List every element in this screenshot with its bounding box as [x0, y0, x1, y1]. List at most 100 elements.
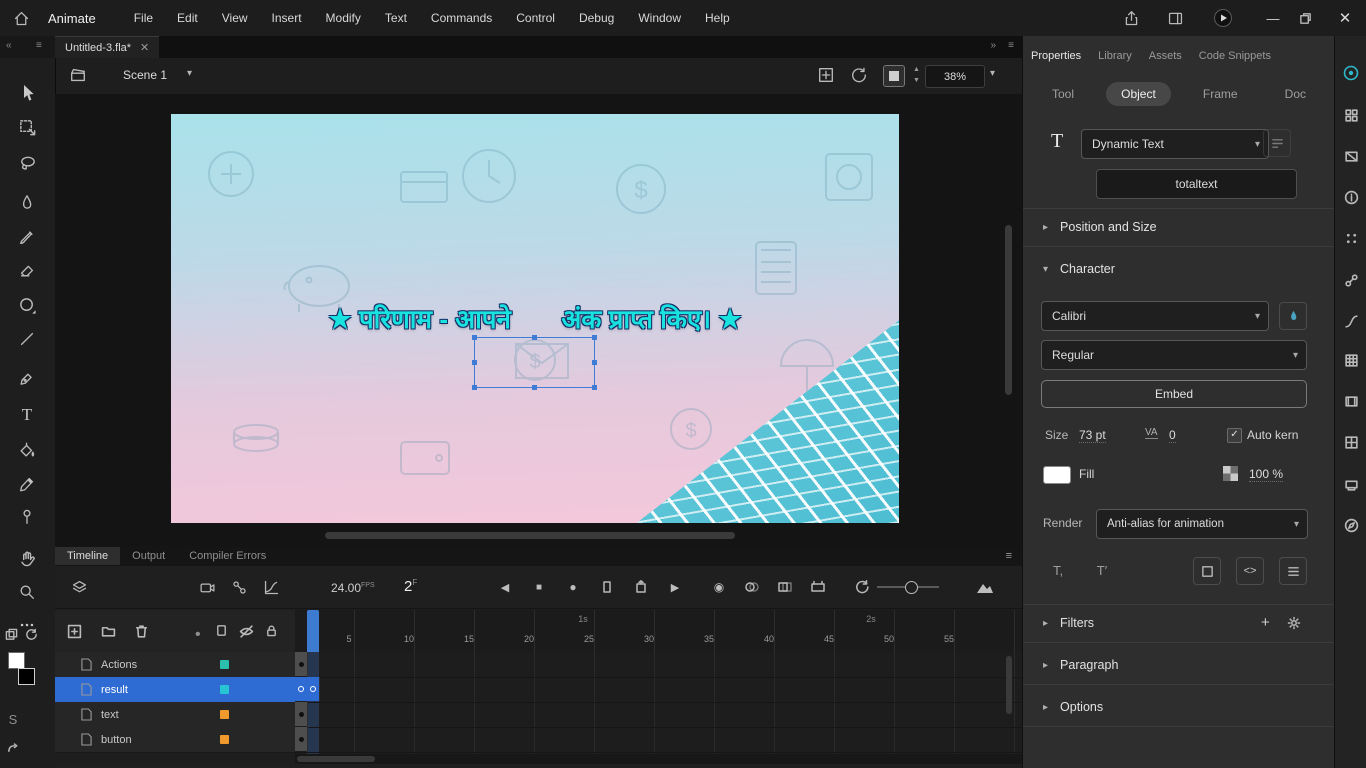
lasso-tool[interactable]: [14, 150, 40, 176]
layer-row-text[interactable]: text: [55, 702, 295, 728]
menu-commands[interactable]: Commands: [419, 0, 504, 36]
menu-debug[interactable]: Debug: [567, 0, 626, 36]
eyedropper-tool[interactable]: [14, 471, 40, 497]
camera-button[interactable]: [195, 575, 219, 599]
superscript-text-button[interactable]: T′: [1089, 557, 1115, 583]
subtab-tool[interactable]: Tool: [1037, 82, 1089, 106]
timeline-menu-icon[interactable]: ≡: [1006, 550, 1012, 562]
menu-help[interactable]: Help: [693, 0, 742, 36]
free-transform-tool[interactable]: [14, 114, 40, 140]
onion-skin-outlines-button[interactable]: [773, 575, 797, 599]
tab-compiler-errors[interactable]: Compiler Errors: [177, 547, 278, 565]
layer-row-result[interactable]: result: [55, 677, 295, 703]
navigator-panel-icon[interactable]: [1342, 516, 1360, 534]
character-section[interactable]: ▾ Character: [1043, 262, 1115, 276]
layer-row-button[interactable]: button: [55, 727, 295, 753]
timeline-zoom-knob[interactable]: [905, 581, 918, 594]
pen-tool[interactable]: [14, 368, 40, 394]
text-type-dropdown[interactable]: Dynamic Text ▾: [1081, 129, 1269, 159]
selectable-text-button[interactable]: T,: [1045, 557, 1071, 583]
tween-panel-icon[interactable]: [1342, 312, 1360, 330]
instance-name-input[interactable]: [1096, 169, 1297, 199]
menu-edit[interactable]: Edit: [165, 0, 210, 36]
timeline-horizontal-scrollbar[interactable]: [297, 756, 375, 762]
layer-color-chip[interactable]: [220, 735, 229, 744]
fill-swatch[interactable]: [1043, 466, 1071, 484]
add-filter-button[interactable]: +: [1261, 614, 1270, 631]
snap-icon[interactable]: S: [4, 706, 22, 732]
minimize-button[interactable]: —: [1260, 5, 1286, 31]
resize-timeline-view-icon[interactable]: [973, 575, 997, 599]
layer-color-chip[interactable]: [220, 685, 229, 694]
tab-overflow-icon[interactable]: »: [990, 40, 996, 51]
outline-layers-icon[interactable]: [215, 624, 228, 637]
media-panel-icon[interactable]: [1342, 392, 1360, 410]
collapse-tools-icon[interactable]: «: [6, 40, 12, 51]
loop-button[interactable]: [850, 575, 874, 599]
tab-assets[interactable]: Assets: [1149, 50, 1182, 62]
filter-options-gear-icon[interactable]: [1287, 616, 1301, 630]
transform-panel-icon[interactable]: [1342, 146, 1360, 164]
pasteboard-toggle-icon[interactable]: [2, 621, 20, 647]
font-family-dropdown[interactable]: Calibri ▾: [1041, 301, 1269, 331]
paragraph-section[interactable]: ▸ Paragraph: [1043, 658, 1118, 672]
options-section[interactable]: ▸ Options: [1043, 700, 1103, 714]
text-options-button[interactable]: [1279, 557, 1307, 585]
stage-vertical-scrollbar[interactable]: [1005, 225, 1012, 395]
font-style-dropdown[interactable]: Regular ▾: [1041, 340, 1307, 370]
new-folder-button[interactable]: [101, 624, 116, 639]
eraser-tool[interactable]: [14, 257, 40, 283]
share-icon[interactable]: [1118, 5, 1144, 31]
size-value[interactable]: 73 pt: [1079, 428, 1106, 443]
layer-color-chip[interactable]: [220, 710, 229, 719]
tab-timeline[interactable]: Timeline: [55, 547, 121, 565]
position-size-section[interactable]: ▸ Position and Size: [1043, 220, 1157, 234]
tab-properties[interactable]: Properties: [1031, 50, 1081, 62]
render-dropdown[interactable]: Anti-alias for animation ▾: [1096, 509, 1308, 539]
subtab-object[interactable]: Object: [1106, 82, 1171, 106]
playhead-marker[interactable]: [307, 610, 319, 652]
close-button[interactable]: ✕: [1332, 5, 1358, 31]
zoom-stepper[interactable]: ▲ ▼: [913, 64, 920, 86]
timeline-zoom-slider[interactable]: [877, 581, 939, 594]
document-tab[interactable]: Untitled-3.fla* ✕: [55, 36, 160, 58]
tab-code-snippets[interactable]: Code Snippets: [1199, 50, 1271, 62]
hide-layers-icon[interactable]: [239, 624, 254, 639]
hand-tool[interactable]: [14, 545, 40, 571]
new-layer-button[interactable]: [67, 624, 82, 639]
frame-ruler[interactable]: 5 10 15 20 25 30 35 40 45 50 55 1s 2s: [295, 610, 1022, 653]
menu-file[interactable]: File: [122, 0, 165, 36]
zoom-input[interactable]: 38%: [925, 65, 985, 88]
rotate-stage-icon[interactable]: [850, 66, 868, 84]
edit-multiple-frames-button[interactable]: [806, 575, 830, 599]
zoom-tool[interactable]: [14, 579, 40, 605]
assets-panel-icon[interactable]: [1342, 64, 1360, 82]
frame-rate-value[interactable]: 24.00FPS: [331, 581, 375, 595]
filters-section[interactable]: ▸ Filters: [1043, 616, 1094, 630]
menu-window[interactable]: Window: [626, 0, 693, 36]
dynamic-text-selection-box[interactable]: [472, 335, 597, 390]
line-tool[interactable]: [14, 326, 40, 352]
center-frame-button[interactable]: ◉: [707, 575, 731, 599]
keyframe-cell[interactable]: [295, 652, 308, 676]
rotate-view-icon[interactable]: [22, 621, 40, 647]
scene-dropdown-icon[interactable]: ▾: [187, 68, 192, 79]
paint-bucket-tool[interactable]: [14, 437, 40, 463]
frame-row[interactable]: [295, 652, 1022, 678]
layer-row-Actions[interactable]: Actions: [55, 652, 295, 678]
insert-keyframe-button[interactable]: [629, 575, 653, 599]
keyframe-cell[interactable]: [295, 702, 308, 726]
asset-warp-tool[interactable]: [14, 503, 40, 529]
keyframe-cell[interactable]: [295, 727, 308, 751]
tab-output[interactable]: Output: [120, 547, 177, 565]
output-panel-icon[interactable]: [1342, 475, 1360, 493]
menu-view[interactable]: View: [210, 0, 260, 36]
layer-parenting-button[interactable]: [227, 575, 251, 599]
subtab-doc[interactable]: Doc: [1270, 82, 1321, 106]
frame-row[interactable]: [295, 677, 1022, 703]
bone-panel-icon[interactable]: [1342, 271, 1360, 289]
center-stage-icon[interactable]: [817, 66, 835, 84]
scene-name[interactable]: Scene 1: [123, 68, 167, 82]
swap-colors-icon[interactable]: [4, 736, 22, 762]
layer-color-chip[interactable]: [220, 660, 229, 669]
